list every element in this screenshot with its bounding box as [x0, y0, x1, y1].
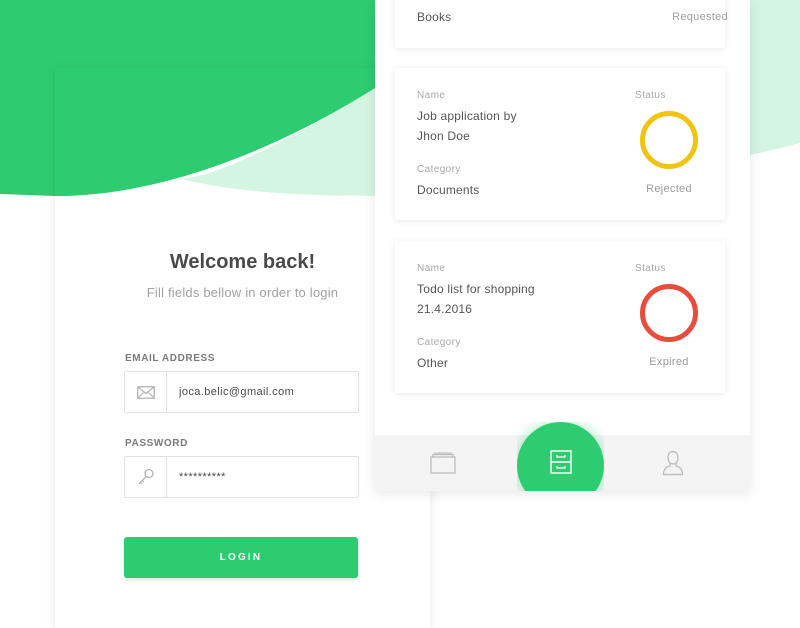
item-category: Other — [417, 356, 449, 370]
password-label: PASSWORD — [125, 438, 188, 449]
nav-profile-button[interactable] — [645, 435, 701, 491]
login-button[interactable]: LOGIN — [124, 537, 358, 578]
login-title: Welcome back! — [169, 251, 316, 273]
login-card: Welcome back! Fill fields bellow in orde… — [55, 68, 430, 628]
item-name-line1: Job application by — [417, 109, 517, 123]
item-status: Requested — [672, 11, 728, 23]
item-name: Books — [417, 10, 452, 24]
email-label: EMAIL ADDRESS — [125, 353, 216, 364]
background-light-green-shape — [750, 0, 800, 155]
name-label: Name — [417, 90, 446, 101]
folder-icon — [430, 452, 456, 474]
nav-folder-button[interactable] — [415, 435, 471, 491]
email-field[interactable] — [124, 371, 359, 413]
list-item[interactable]: Name Status Job application by Jhon Doe … — [395, 68, 725, 220]
category-label: Category — [417, 337, 461, 348]
envelope-icon — [125, 372, 167, 412]
item-status: Expired — [649, 356, 689, 368]
email-input[interactable] — [179, 372, 349, 412]
category-label: Category — [417, 164, 461, 175]
name-label: Name — [417, 263, 446, 274]
status-label: Status — [635, 90, 666, 101]
bottom-nav — [375, 422, 750, 491]
password-field[interactable] — [124, 456, 359, 498]
password-input[interactable] — [179, 457, 349, 497]
login-subtitle: Fill fields bellow in order to login — [146, 285, 339, 300]
document-list-panel: Books Requested Name Status Job applicat… — [375, 0, 750, 491]
status-ring-icon — [640, 284, 698, 342]
archive-cabinet-icon — [549, 450, 572, 474]
item-name-line2: 21.4.2016 — [417, 302, 473, 316]
key-icon — [125, 457, 167, 497]
item-name-line2: Jhon Doe — [417, 129, 470, 143]
list-item[interactable]: Name Status Todo list for shopping 21.4.… — [395, 241, 725, 393]
user-icon — [662, 450, 684, 476]
nav-archive-button[interactable] — [517, 422, 604, 491]
item-category: Documents — [417, 183, 480, 197]
login-card-header-wave — [55, 68, 430, 197]
list-item[interactable]: Books Requested — [395, 0, 728, 48]
item-name-line1: Todo list for shopping — [417, 282, 535, 296]
status-label: Status — [635, 263, 666, 274]
item-status: Rejected — [646, 183, 692, 195]
status-ring-icon — [640, 111, 698, 169]
